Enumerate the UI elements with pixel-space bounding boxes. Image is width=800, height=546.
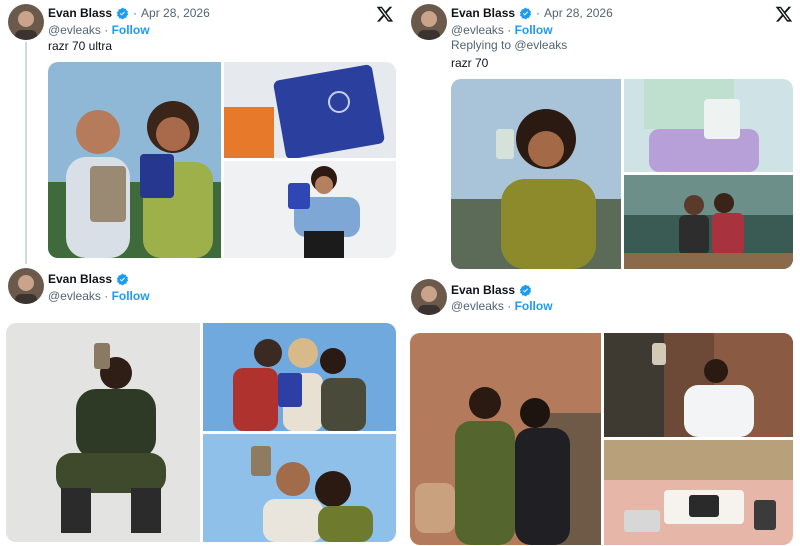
handle-row: @evleaks · Follow bbox=[48, 289, 150, 303]
media-image-2[interactable] bbox=[604, 333, 793, 437]
tweet-header: Evan Blass · Apr 28, 2026 bbox=[451, 6, 613, 20]
tweet-text: razr 70 ultra bbox=[48, 39, 113, 53]
handle-row: @evleaks · Follow bbox=[451, 299, 553, 313]
x-logo-icon[interactable] bbox=[775, 5, 793, 23]
separator-dot: · bbox=[507, 23, 512, 37]
media-image-2[interactable] bbox=[224, 62, 396, 158]
media-grid bbox=[410, 333, 793, 545]
separator-dot: · bbox=[536, 6, 541, 20]
author-name[interactable]: Evan Blass bbox=[48, 6, 112, 20]
tweet-text: razr 70 bbox=[451, 56, 489, 70]
media-image-3[interactable] bbox=[624, 175, 793, 269]
author-handle[interactable]: @evleaks bbox=[451, 23, 504, 37]
verified-badge-icon bbox=[519, 284, 532, 297]
avatar[interactable] bbox=[8, 268, 44, 304]
follow-button[interactable]: Follow bbox=[515, 23, 553, 37]
avatar[interactable] bbox=[411, 279, 447, 315]
replying-to[interactable]: Replying to @evleaks bbox=[451, 38, 567, 52]
author-handle[interactable]: @evleaks bbox=[48, 289, 101, 303]
media-image-1[interactable] bbox=[451, 79, 621, 269]
tweet-date[interactable]: Apr 28, 2026 bbox=[544, 6, 613, 20]
handle-row: @evleaks · Follow bbox=[451, 23, 553, 37]
handle-row: @evleaks · Follow bbox=[48, 23, 150, 37]
separator-dot: · bbox=[133, 6, 138, 20]
tweet-date[interactable]: Apr 28, 2026 bbox=[141, 6, 210, 20]
separator-dot: · bbox=[104, 289, 109, 303]
author-handle[interactable]: @evleaks bbox=[48, 23, 101, 37]
x-logo-icon[interactable] bbox=[376, 5, 394, 23]
follow-button[interactable]: Follow bbox=[112, 23, 150, 37]
verified-badge-icon bbox=[116, 273, 129, 286]
author-name[interactable]: Evan Blass bbox=[48, 272, 112, 286]
media-image-1[interactable] bbox=[6, 323, 200, 542]
media-grid bbox=[6, 323, 396, 542]
media-grid bbox=[451, 79, 793, 269]
thread-line bbox=[25, 42, 27, 264]
author-name[interactable]: Evan Blass bbox=[451, 283, 515, 297]
tweet-header: Evan Blass bbox=[451, 283, 532, 297]
avatar[interactable] bbox=[8, 4, 44, 40]
verified-badge-icon bbox=[519, 7, 532, 20]
media-grid bbox=[48, 62, 396, 258]
author-handle[interactable]: @evleaks bbox=[451, 299, 504, 313]
media-image-1[interactable] bbox=[48, 62, 221, 258]
author-name[interactable]: Evan Blass bbox=[451, 6, 515, 20]
avatar[interactable] bbox=[411, 4, 447, 40]
media-image-2[interactable] bbox=[203, 323, 396, 431]
follow-button[interactable]: Follow bbox=[112, 289, 150, 303]
media-image-3[interactable] bbox=[224, 161, 396, 258]
media-image-3[interactable] bbox=[604, 440, 793, 545]
separator-dot: · bbox=[104, 23, 109, 37]
tweet-header: Evan Blass bbox=[48, 272, 129, 286]
media-image-1[interactable] bbox=[410, 333, 601, 545]
verified-badge-icon bbox=[116, 7, 129, 20]
follow-button[interactable]: Follow bbox=[515, 299, 553, 313]
separator-dot: · bbox=[507, 299, 512, 313]
media-image-2[interactable] bbox=[624, 79, 793, 172]
media-image-3[interactable] bbox=[203, 434, 396, 542]
tweet-header: Evan Blass · Apr 28, 2026 bbox=[48, 6, 210, 20]
